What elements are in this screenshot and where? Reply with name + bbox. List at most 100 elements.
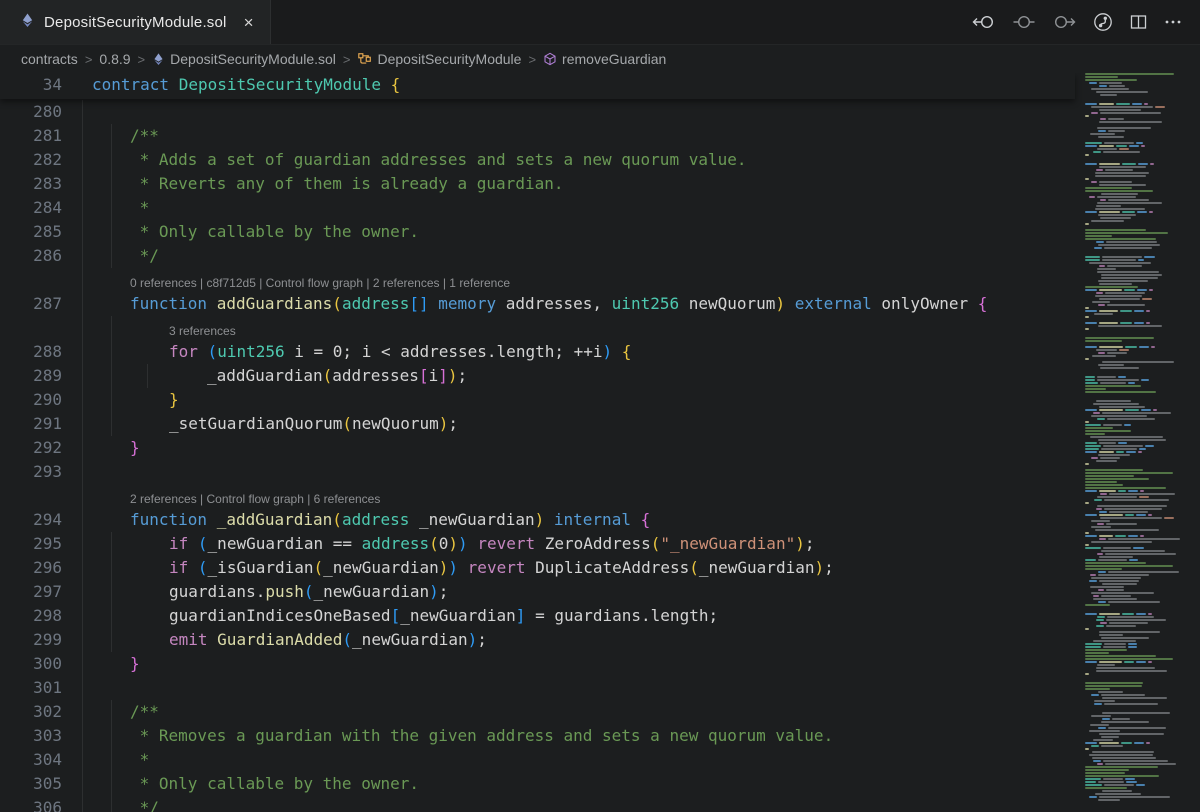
breadcrumb-item-contracts[interactable]: contracts: [21, 51, 78, 67]
nav-dash-circle-icon[interactable]: [1013, 14, 1035, 30]
indent-guide: [82, 412, 83, 436]
minimap-line: [1081, 124, 1200, 126]
minimap-line: [1081, 139, 1200, 141]
indent-guide: [82, 580, 83, 604]
minimap-line: [1096, 460, 1200, 462]
minimap-line: [1085, 409, 1200, 411]
minimap-line: [1099, 406, 1200, 408]
breadcrumb-label: DepositSecurityModule: [377, 51, 521, 67]
codelens-link[interactable]: 0 references | c8f712d5 | Control flow g…: [130, 276, 510, 290]
minimap-line: [1085, 688, 1200, 690]
codelens-link[interactable]: 2 references | Control flow graph | 6 re…: [130, 492, 380, 506]
minimap-line: [1091, 106, 1200, 108]
indent-guide: [111, 580, 112, 604]
code-line-295: 295if (_newGuardian == address(0)) rever…: [0, 532, 1075, 556]
minimap-line: [1100, 622, 1200, 624]
indent-guide: [82, 124, 83, 148]
minimap-line: [1085, 433, 1200, 435]
codelens-link[interactable]: 3 references: [169, 324, 236, 338]
indent-guide: [82, 460, 83, 484]
more-actions-icon[interactable]: [1164, 14, 1182, 30]
code-rows: 280281/**282 * Adds a set of guardian ad…: [0, 100, 1075, 812]
tab-deposit-security-module[interactable]: DepositSecurityModule.sol ×: [0, 0, 271, 44]
code-text: */: [130, 796, 159, 812]
code-text: _setGuardianQuorum(newQuorum);: [169, 412, 458, 436]
minimap-line: [1085, 388, 1200, 390]
nav-forward-circle-icon[interactable]: [1052, 14, 1076, 30]
breadcrumb-item-depositsecuritymodule-sol[interactable]: DepositSecurityModule.sol: [152, 51, 336, 67]
code-line-297: 297guardians.push(_newGuardian);: [0, 580, 1075, 604]
minimap-line: [1099, 283, 1200, 285]
minimap-line: [1085, 565, 1200, 567]
minimap-line: [1099, 631, 1200, 633]
minimap-line: [1085, 346, 1200, 348]
breadcrumb-separator: >: [528, 52, 536, 67]
breadcrumb-item-0-8-9[interactable]: 0.8.9: [99, 51, 130, 67]
minimap-line: [1097, 616, 1200, 618]
minimap-line: [1085, 421, 1200, 423]
indent-guide: [82, 220, 83, 244]
minimap-line: [1099, 634, 1200, 636]
minimap-line: [1089, 196, 1200, 198]
indent-guide: [82, 436, 83, 460]
minimap-line: [1081, 709, 1200, 711]
breadcrumb-item-removeguardian[interactable]: removeGuardian: [543, 51, 666, 67]
class-icon: [357, 52, 372, 66]
minimap-line: [1095, 793, 1200, 795]
control-flow-graph-icon[interactable]: [1093, 12, 1113, 32]
minimap-line: [1091, 520, 1200, 522]
codelens-row: 0 references | c8f712d5 | Control flow g…: [0, 268, 1075, 292]
code-line-301: 301: [0, 676, 1075, 700]
minimap-line: [1099, 85, 1200, 87]
minimap-line: [1085, 145, 1200, 147]
minimap-line: [1085, 604, 1200, 606]
minimap-line: [1100, 217, 1200, 219]
indent-guide: [111, 316, 112, 340]
code-line-306: 306 */: [0, 796, 1075, 812]
minimap-line: [1097, 523, 1200, 525]
minimap-line: [1085, 73, 1200, 75]
editor-actions: [972, 0, 1200, 44]
minimap-line: [1085, 484, 1200, 486]
indent-guide: [111, 172, 112, 196]
minimap-line: [1085, 613, 1200, 615]
minimap-line: [1097, 202, 1200, 204]
code-text: guardians.push(_newGuardian);: [169, 580, 448, 604]
line-number: 282: [0, 148, 62, 172]
code-line-302: 302/**: [0, 700, 1075, 724]
indent-guide: [82, 676, 83, 700]
minimap-line: [1102, 697, 1200, 699]
minimap-line: [1085, 547, 1200, 549]
split-editor-icon[interactable]: [1130, 14, 1147, 30]
code-editor[interactable]: 34 contract DepositSecurityModule { 2802…: [0, 73, 1200, 812]
minimap-line: [1099, 538, 1200, 540]
minimap-line: [1100, 94, 1200, 96]
minimap-line: [1096, 241, 1200, 243]
minimap-line: [1099, 109, 1200, 111]
minimap-line: [1085, 652, 1200, 654]
code-text: * Only callable by the owner.: [130, 772, 419, 796]
minimap-line: [1081, 676, 1200, 678]
tab-close-icon[interactable]: ×: [242, 14, 256, 31]
line-number: 300: [0, 652, 62, 676]
nav-back-circle-icon[interactable]: [972, 14, 996, 30]
code-text: * Only callable by the owner.: [130, 220, 419, 244]
minimap-line: [1085, 427, 1200, 429]
indent-guide: [111, 388, 112, 412]
minimap-line: [1094, 499, 1200, 501]
indent-guide: [111, 220, 112, 244]
minimap-line: [1085, 769, 1200, 771]
code-text: }: [130, 652, 140, 676]
sticky-scroll-line[interactable]: 34 contract DepositSecurityModule {: [0, 73, 1075, 99]
minimap-line: [1097, 418, 1200, 420]
code-text: for (uint256 i = 0; i < addresses.length…: [169, 340, 631, 364]
minimap-line: [1085, 559, 1200, 561]
breadcrumb-item-depositsecuritymodule[interactable]: DepositSecurityModule: [357, 51, 521, 67]
code-line-303: 303 * Removes a guardian with the given …: [0, 724, 1075, 748]
minimap-line: [1085, 562, 1200, 564]
minimap[interactable]: [1075, 73, 1200, 812]
minimap-line: [1085, 337, 1200, 339]
breadcrumb-label: removeGuardian: [562, 51, 666, 67]
minimap-line: [1081, 706, 1200, 708]
code-line-280: 280: [0, 100, 1075, 124]
